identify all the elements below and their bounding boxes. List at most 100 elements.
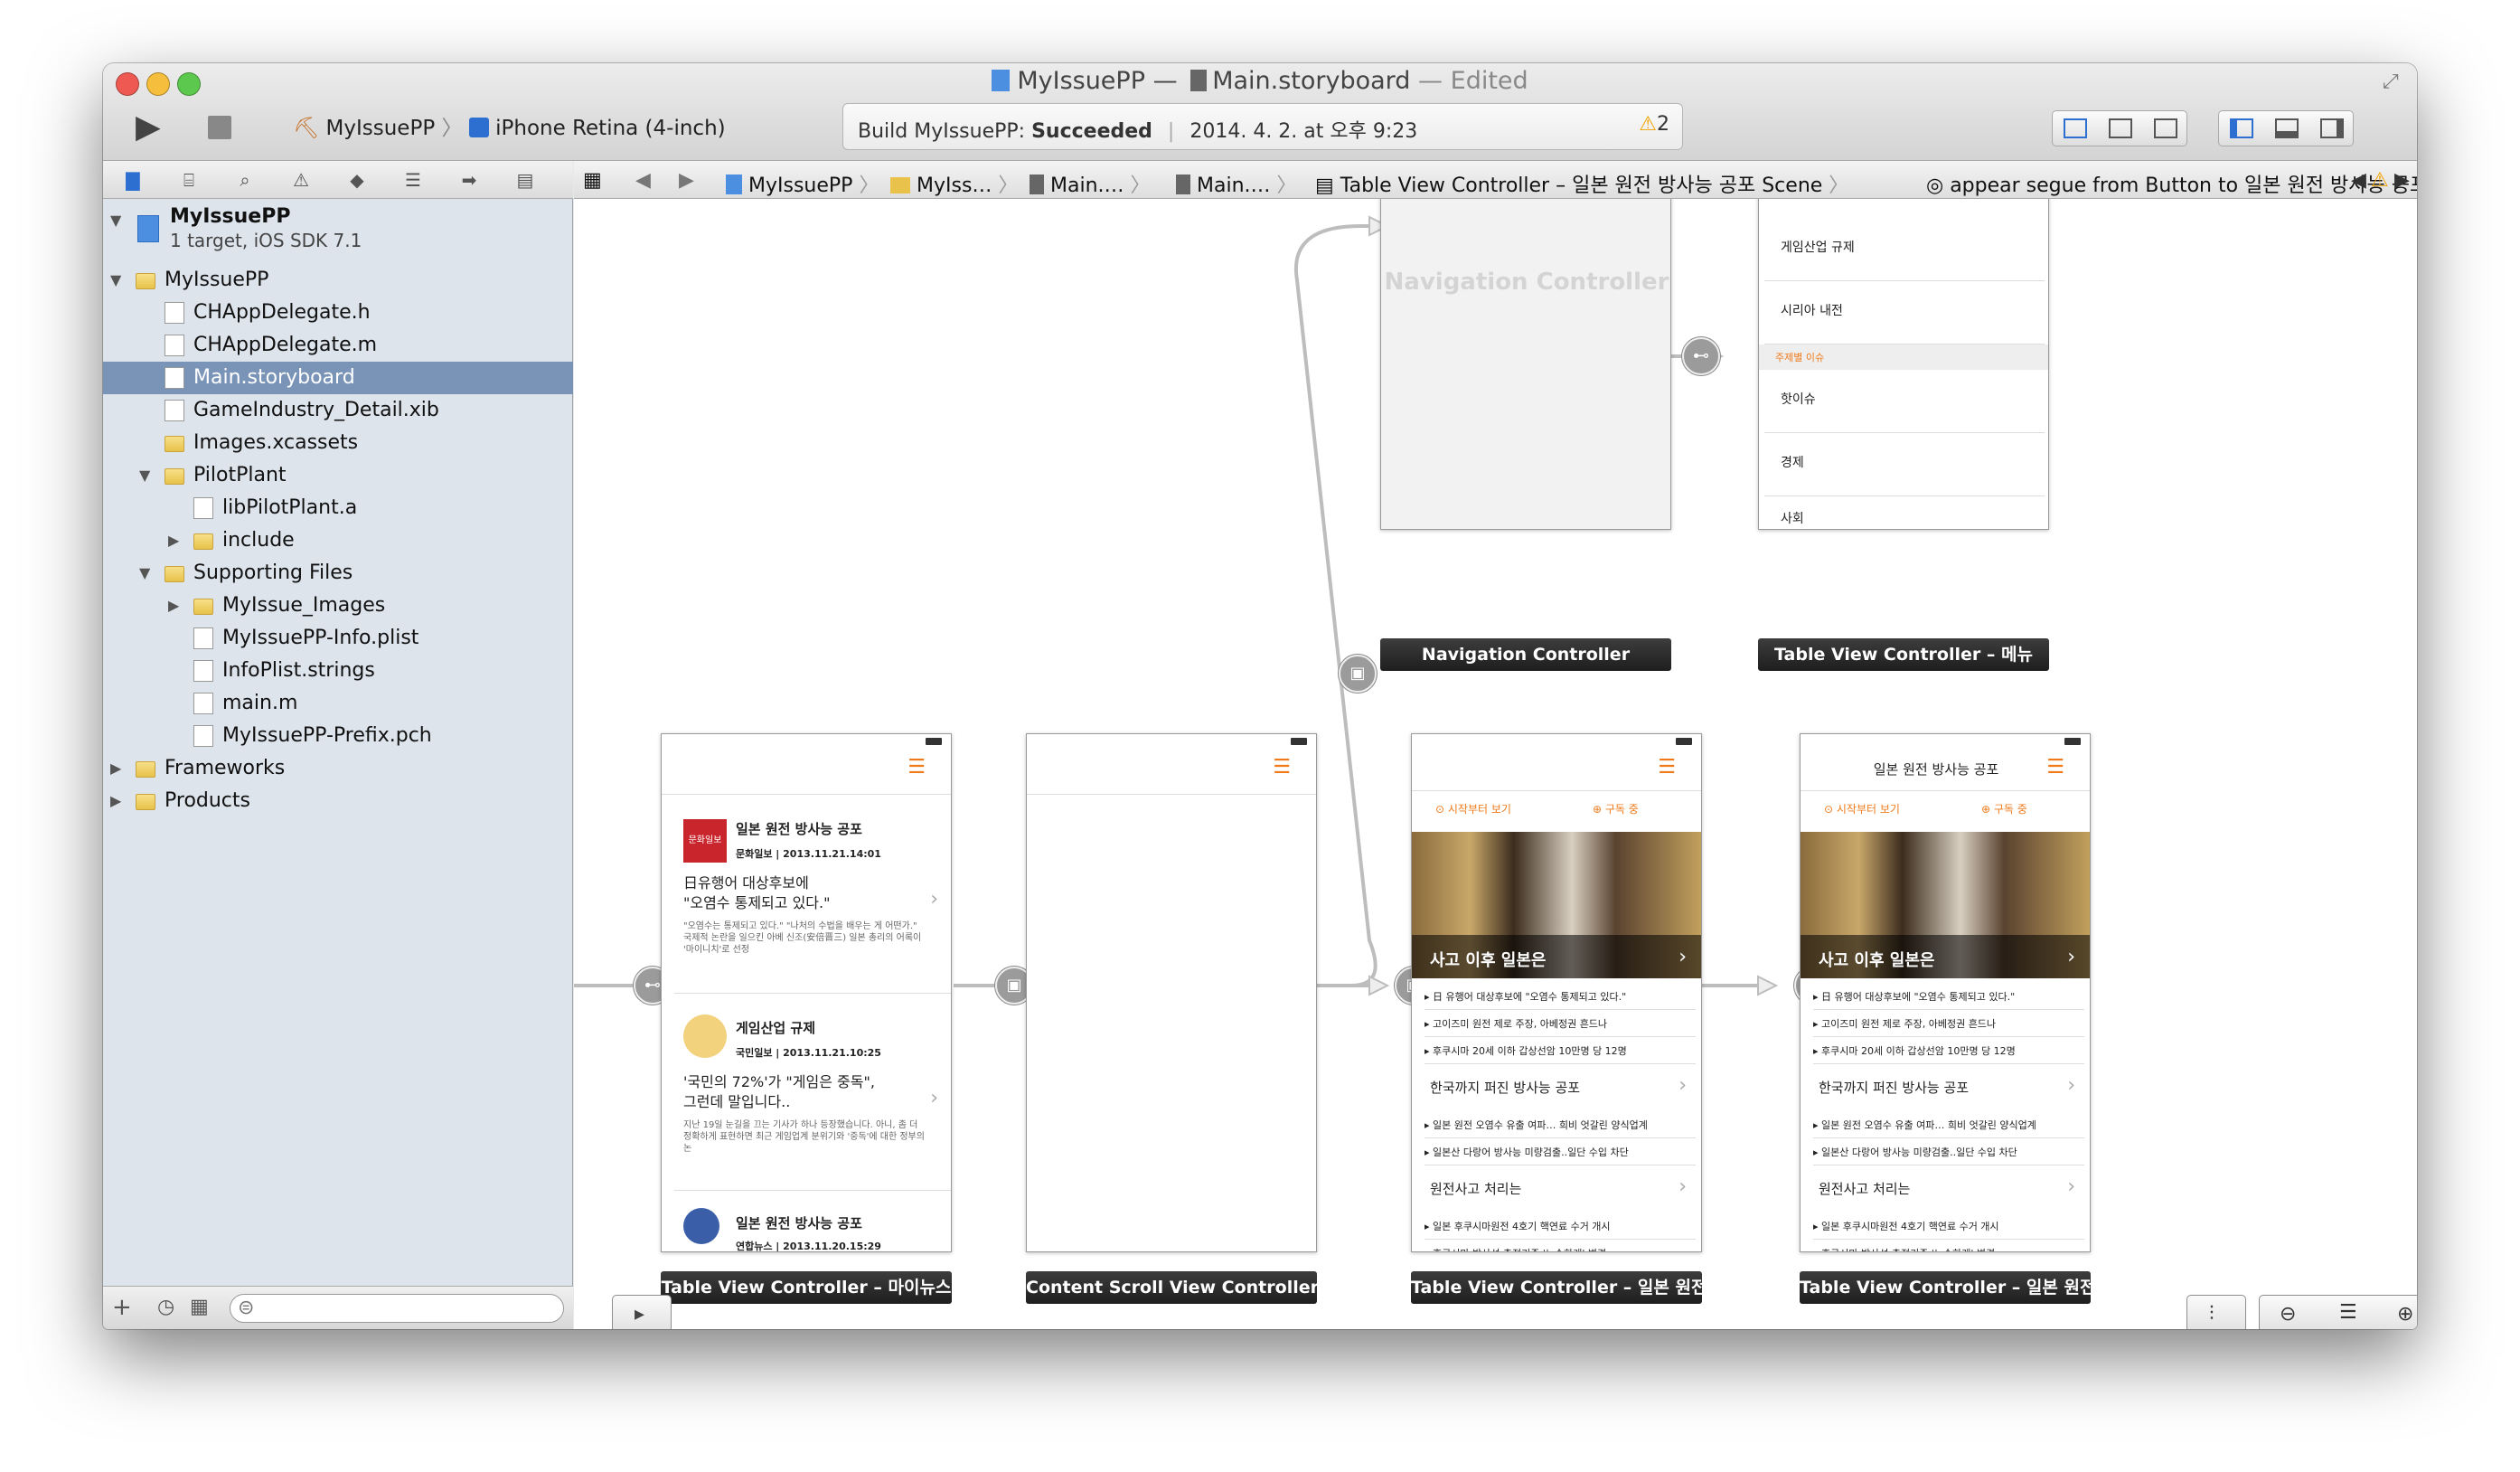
folder-icon[interactable]: ▇ — [121, 168, 145, 192]
start-tab[interactable]: ⊙ 시작부터 보기 — [1824, 801, 1900, 816]
disclosure-triangle-icon[interactable]: ▶ — [110, 785, 127, 817]
file-tree-row[interactable]: InfoPlist.strings — [103, 655, 573, 687]
zoom-out-icon[interactable]: ⊖ — [2280, 1303, 2296, 1326]
scene-dock-nav[interactable]: Navigation Controller — [1380, 638, 1671, 671]
news-bullet[interactable]: ▸ 후쿠시마 20세 이하 갑상선암 10만명 당 12명 — [1425, 1042, 1696, 1064]
crumb-storyboard[interactable]: Main.… 〉 — [1030, 169, 1151, 198]
news-bullet[interactable]: ▸ 고이즈미 원전 제로 주장, 아베정권 흔드나 — [1425, 1014, 1696, 1037]
scheme-selector[interactable]: ⛏ MyIssuePP 〉 iPhone Retina (4-inch) — [293, 110, 726, 141]
file-tree-row[interactable]: main.m — [103, 687, 573, 720]
disclosure-triangle-icon[interactable]: ▶ — [168, 524, 184, 557]
news-bullet[interactable]: ▸ 일본 원전 오염수 유출 여파… 희비 엇갈린 양식업계 — [1425, 1116, 1696, 1138]
file-tree-row[interactable]: ▶ MyIssue_Images — [103, 590, 573, 622]
disclosure-triangle-icon[interactable]: ▼ — [139, 557, 155, 590]
navigation-controller-scene[interactable]: Navigation Controller — [1380, 199, 1671, 530]
detail-table-scene[interactable]: 일본 원전 방사능 공포 ☰ ⊙ 시작부터 보기 ⊕ 구독 중 사고 이후 일본은 › ▸ … — [1800, 733, 2091, 1252]
filter-input[interactable]: ⊜ — [230, 1294, 564, 1323]
run-button[interactable]: ▶ — [136, 109, 161, 146]
related-items-icon[interactable]: ▦ — [583, 169, 602, 192]
scene-dock-mynews[interactable]: Table View Controller – 마이뉴스 — [661, 1271, 952, 1304]
issue-icon[interactable]: ⚠ — [289, 168, 313, 192]
content-scroll-scene[interactable]: ☰ — [1026, 733, 1317, 1252]
news-bullet[interactable]: ▸ 일본산 다랑어 방사능 미량검출..일단 수입 차단 — [1425, 1143, 1696, 1165]
zoom-control[interactable]: ⊖ ☰ ⊕ — [2259, 1295, 2417, 1329]
menu-row[interactable]: 핫이슈 — [1764, 370, 2045, 433]
news-bullet[interactable]: ▸ 후쿠시마 20세 이하 갑상선암 10만명 당 12명 — [1813, 1042, 2084, 1064]
menu-row[interactable]: 경제 — [1764, 433, 2045, 496]
project-root-row[interactable]: ▼ MyIssuePP 1 target, iOS SDK 7.1 — [103, 204, 573, 257]
menu-row[interactable]: 사회 — [1764, 496, 2045, 533]
forward-icon[interactable]: ▶ — [679, 169, 694, 192]
search-icon[interactable]: ⌕ — [233, 168, 257, 192]
menu-row[interactable]: 게임산업 규제 — [1764, 218, 2045, 281]
crumb-segue[interactable]: ◎ appear segue from Button to 일본 원전 방사능 … — [1926, 169, 2417, 198]
detail-table-scene[interactable]: ☰ ⊙ 시작부터 보기 ⊕ 구독 중 사고 이후 일본은 › ▸ 日 유행어 대상후보에 … — [1411, 733, 1702, 1252]
file-tree-row[interactable]: GameIndustry_Detail.xib — [103, 394, 573, 427]
menu-icon[interactable]: ☰ — [2046, 756, 2064, 778]
debug-toggle-icon[interactable] — [2275, 118, 2299, 138]
issue-prev-icon[interactable]: ◀ — [2351, 169, 2366, 192]
scene-dock-detail[interactable]: Table View Controller – 일본 원전 — [1411, 1271, 1702, 1304]
crumb-storyboard-base[interactable]: Main.… 〉 — [1176, 169, 1297, 198]
crumb-project[interactable]: MyIssuePP 〉 — [726, 169, 879, 198]
mynews-table-scene[interactable]: ☰ 문화일보 일본 원전 방사능 공포 문화일보 | 2013.11.21.14… — [661, 733, 952, 1252]
menu-table-scene[interactable]: 게임산업 규제 시리아 내전 주제별 이슈 핫이슈 경제 사회 — [1758, 199, 2049, 530]
crumb-folder[interactable]: MyIss… 〉 — [890, 169, 1018, 198]
file-tree-row[interactable]: ▶ Products — [103, 785, 573, 817]
hide-document-outline-button[interactable]: ▸ — [612, 1295, 672, 1329]
scene-dock-content[interactable]: Content Scroll View Controller – — [1026, 1271, 1317, 1304]
file-tree-row[interactable]: Images.xcassets — [103, 427, 573, 459]
breakpoint-icon[interactable]: ➡ — [457, 168, 481, 192]
file-tree-row[interactable]: Main.storyboard — [103, 362, 573, 394]
standard-editor-icon[interactable] — [2064, 118, 2087, 138]
disclosure-triangle-icon[interactable]: ▼ — [110, 264, 127, 297]
file-tree-row[interactable]: MyIssuePP-Prefix.pch — [103, 720, 573, 752]
editor-mode-control[interactable] — [2052, 110, 2187, 146]
relationship-segue-icon[interactable]: ⊷ — [1682, 337, 1720, 375]
news-bullet[interactable]: ▸ 日 유행어 대상후보에 "오염수 통제되고 있다." — [1425, 987, 1696, 1010]
news-bullet[interactable]: ▸ 고이즈미 원전 제로 주장, 아베정권 흔드나 — [1813, 1014, 2084, 1037]
debug-icon[interactable]: ☰ — [401, 168, 425, 192]
file-tree-row[interactable]: libPilotPlant.a — [103, 492, 573, 524]
menu-icon[interactable]: ☰ — [907, 756, 926, 778]
log-icon[interactable]: ▤ — [513, 168, 537, 192]
file-tree-row[interactable]: ▶ include — [103, 524, 573, 557]
recent-icon[interactable]: ◷ — [157, 1296, 174, 1318]
test-icon[interactable]: ◆ — [345, 168, 369, 192]
issue-warning-icon[interactable]: ⚠ — [2371, 169, 2389, 192]
file-tree-row[interactable]: CHAppDelegate.m — [103, 329, 573, 362]
file-tree-row[interactable]: ▼ PilotPlant — [103, 459, 573, 492]
issue-next-icon[interactable]: ▶ — [2394, 169, 2410, 192]
zoom-fit-icon[interactable]: ☰ — [2339, 1301, 2357, 1324]
scm-icon[interactable]: ▦ — [190, 1296, 209, 1318]
news-bullet[interactable]: ▸ 日 유행어 대상후보에 "오염수 통제되고 있다." — [1813, 987, 2084, 1010]
scene-dock-detail[interactable]: Table View Controller – 일본 원전 — [1800, 1271, 2091, 1304]
subscribe-tab[interactable]: ⊕ 구독 중 — [1593, 801, 1639, 816]
symbol-icon[interactable]: ⌸ — [177, 168, 201, 192]
disclosure-triangle-icon[interactable]: ▶ — [110, 752, 127, 785]
menu-row[interactable]: 시리아 내전 — [1764, 281, 2045, 344]
version-editor-icon[interactable] — [2154, 118, 2177, 138]
stop-button[interactable] — [208, 116, 231, 139]
modal-segue-icon[interactable]: ▣ — [1339, 655, 1377, 693]
assistant-editor-icon[interactable] — [2109, 118, 2132, 138]
disclosure-triangle-icon[interactable]: ▶ — [168, 590, 184, 622]
file-tree-row[interactable]: CHAppDelegate.h — [103, 297, 573, 329]
file-tree-row[interactable]: MyIssuePP-Info.plist — [103, 622, 573, 655]
news-bullet[interactable]: ▸ 일본 후쿠시마원전 4호기 핵연료 수거 개시 — [1425, 1217, 1696, 1240]
storyboard-canvas[interactable]: ⊷ ▣ ▣ ▣ {} ⊷ Navigation Controller Navig… — [574, 199, 2417, 1329]
menu-icon[interactable]: ☰ — [1273, 756, 1291, 778]
warning-badge[interactable]: ⚠2 — [1639, 113, 1669, 136]
news-bullet[interactable]: ▸ 일본 원전 오염수 유출 여파… 희비 엇갈린 양식업계 — [1813, 1116, 2084, 1138]
news-bullet[interactable]: ▸ 후쿠시마 방사선 측정기준 '느슨하게' 변경 — [1813, 1244, 2084, 1251]
auto-layout-button[interactable]: ⫶ — [2186, 1295, 2246, 1329]
crumb-scene[interactable]: ▤ Table View Controller – 일본 원전 방사능 공포 S… — [1315, 169, 1848, 198]
file-tree-row[interactable]: ▶ Frameworks — [103, 752, 573, 785]
section-title[interactable]: 원전사고 처리는 — [1430, 1179, 1521, 1198]
file-tree-row[interactable]: ▼ MyIssuePP — [103, 264, 573, 297]
zoom-in-icon[interactable]: ⊕ — [2397, 1303, 2413, 1326]
section-title[interactable]: 한국까지 퍼진 방사능 공포 — [1430, 1078, 1580, 1097]
navigator-toggle-icon[interactable] — [2230, 118, 2253, 138]
back-icon[interactable]: ◀ — [635, 169, 651, 192]
utilities-toggle-icon[interactable] — [2320, 118, 2344, 138]
